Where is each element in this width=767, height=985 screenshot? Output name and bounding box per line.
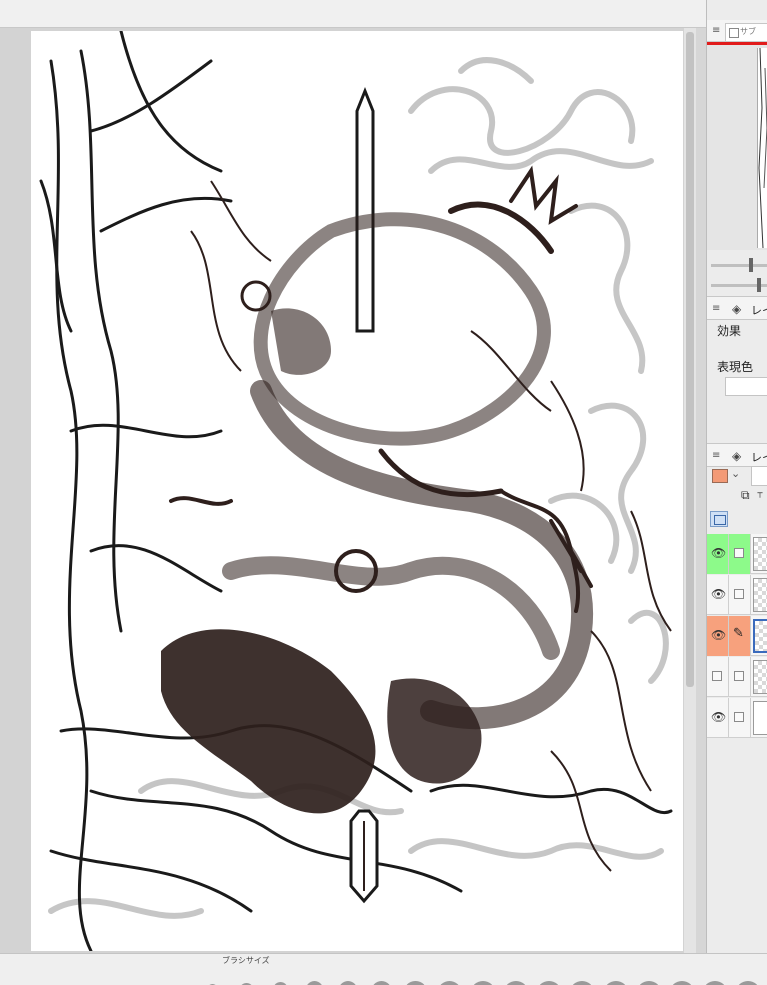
layer-lock-toggle[interactable]: ✎ — [729, 616, 751, 656]
layer-visibility-toggle[interactable]: 👁 — [707, 698, 729, 738]
eye-icon: 👁 — [711, 628, 727, 642]
panel-menu-icon[interactable]: ≡ — [712, 450, 720, 461]
canvas-vertical-scrollbar[interactable] — [684, 28, 696, 953]
brush-size-preset[interactable] — [603, 981, 628, 985]
blend-mode-select[interactable] — [751, 466, 767, 486]
layer-thumbnail[interactable] — [753, 619, 767, 653]
navigator-panel — [707, 45, 767, 250]
layer-thumbnail[interactable] — [753, 701, 767, 735]
brush-size-preset[interactable] — [338, 981, 358, 985]
layer-lock-toggle[interactable] — [729, 534, 751, 574]
layer-lock-toggle[interactable] — [729, 575, 751, 615]
brush-size-preset[interactable] — [504, 981, 528, 985]
layer-visibility-toggle[interactable]: 👁 — [707, 616, 729, 656]
brush-size-preset[interactable] — [703, 981, 728, 985]
expression-color-select[interactable] — [725, 377, 767, 396]
rotate-slider[interactable] — [711, 278, 767, 292]
checkbox-icon — [734, 712, 744, 722]
navigator-tab[interactable]: サブ — [725, 23, 767, 41]
eye-icon: 👁 — [711, 546, 727, 560]
eye-icon: 👁 — [711, 587, 727, 601]
layer-row[interactable]: 👁 — [707, 534, 767, 574]
layer-row[interactable]: 👁 — [707, 575, 767, 615]
checkbox-icon — [734, 671, 744, 681]
brush-size-preset[interactable] — [736, 981, 761, 985]
scrollbar-thumb[interactable] — [686, 32, 694, 687]
canvas-area[interactable] — [0, 28, 696, 953]
layer-row[interactable]: 👁 ✎ — [707, 616, 767, 656]
canvas-paper[interactable] — [31, 31, 683, 951]
checkbox-icon — [734, 548, 744, 558]
brush-size-palette: ブラシサイズ — [0, 953, 767, 985]
layer-tab-bar: ≡ ◈ レイ — [707, 443, 767, 467]
right-panel-dock: ≡ サブ ≡ ◈ レイ 効果 表現色 — [706, 0, 767, 953]
clipping-icon[interactable]: ⧉ — [741, 488, 750, 503]
layer-list-view-icon[interactable] — [710, 511, 728, 527]
layer-thumbnail[interactable] — [753, 660, 767, 694]
brush-size-preset[interactable] — [537, 981, 562, 985]
artwork — [39, 31, 673, 951]
pen-icon: ✎ — [733, 626, 744, 641]
navigator-tab-label: サブ — [740, 27, 756, 36]
canvas-tab-strip — [0, 0, 706, 28]
brush-size-preset[interactable] — [371, 981, 393, 985]
layer-visibility-toggle[interactable] — [707, 657, 729, 697]
checkbox-icon — [734, 589, 744, 599]
expression-color-label: 表現色 — [717, 360, 754, 374]
brush-size-label: ブラシサイズ — [222, 956, 270, 965]
layer-color-swatch[interactable] — [712, 469, 728, 483]
eye-icon: 👁 — [711, 710, 727, 724]
brush-size-preset[interactable] — [437, 981, 462, 985]
hidden-checkbox-icon — [712, 671, 722, 681]
layer-thumbnail[interactable] — [753, 578, 767, 612]
chevron-down-icon[interactable]: ⌄ — [731, 467, 740, 480]
navigator-tab-bar: ≡ サブ — [707, 20, 767, 42]
panel-menu-icon[interactable]: ≡ — [712, 303, 720, 314]
zoom-slider-knob[interactable] — [749, 258, 753, 272]
zoom-slider[interactable] — [711, 258, 767, 272]
navigator-thumbnail[interactable] — [757, 48, 767, 248]
layers-icon: ◈ — [732, 302, 742, 316]
effect-label: 効果 — [717, 324, 742, 338]
brush-size-presets — [0, 974, 767, 985]
brush-size-preset[interactable] — [570, 981, 595, 985]
layer-visibility-toggle[interactable]: 👁 — [707, 575, 729, 615]
layer-visibility-toggle[interactable]: 👁 — [707, 534, 729, 574]
brush-size-preset[interactable] — [670, 981, 694, 985]
layer-row[interactable]: 👁 — [707, 698, 767, 738]
layer-row[interactable] — [707, 657, 767, 697]
layer-lock-toggle[interactable] — [729, 657, 751, 697]
thumbnail-preview-icon — [758, 48, 767, 248]
reference-layer-icon[interactable]: ⸆ — [757, 488, 763, 505]
layer-lock-toggle[interactable] — [729, 698, 751, 738]
brush-size-preset[interactable] — [404, 981, 427, 985]
zoom-slider-track — [711, 264, 767, 267]
layer-property-tab-bar: ≡ ◈ レイ — [707, 296, 767, 320]
layer-thumbnail[interactable] — [753, 537, 767, 571]
app-window: ブラシサイズ ≡ サブ ≡ ◈ レイ — [0, 0, 767, 985]
layer-tab-label[interactable]: レイ — [751, 449, 767, 465]
layers-icon: ◈ — [732, 449, 742, 463]
brush-size-preset[interactable] — [304, 981, 324, 985]
rotate-slider-knob[interactable] — [757, 278, 761, 292]
property-tab-label[interactable]: レイ — [751, 302, 767, 318]
brush-size-preset[interactable] — [470, 981, 495, 985]
panel-menu-icon[interactable]: ≡ — [712, 25, 720, 36]
brush-size-preset[interactable] — [636, 981, 661, 985]
